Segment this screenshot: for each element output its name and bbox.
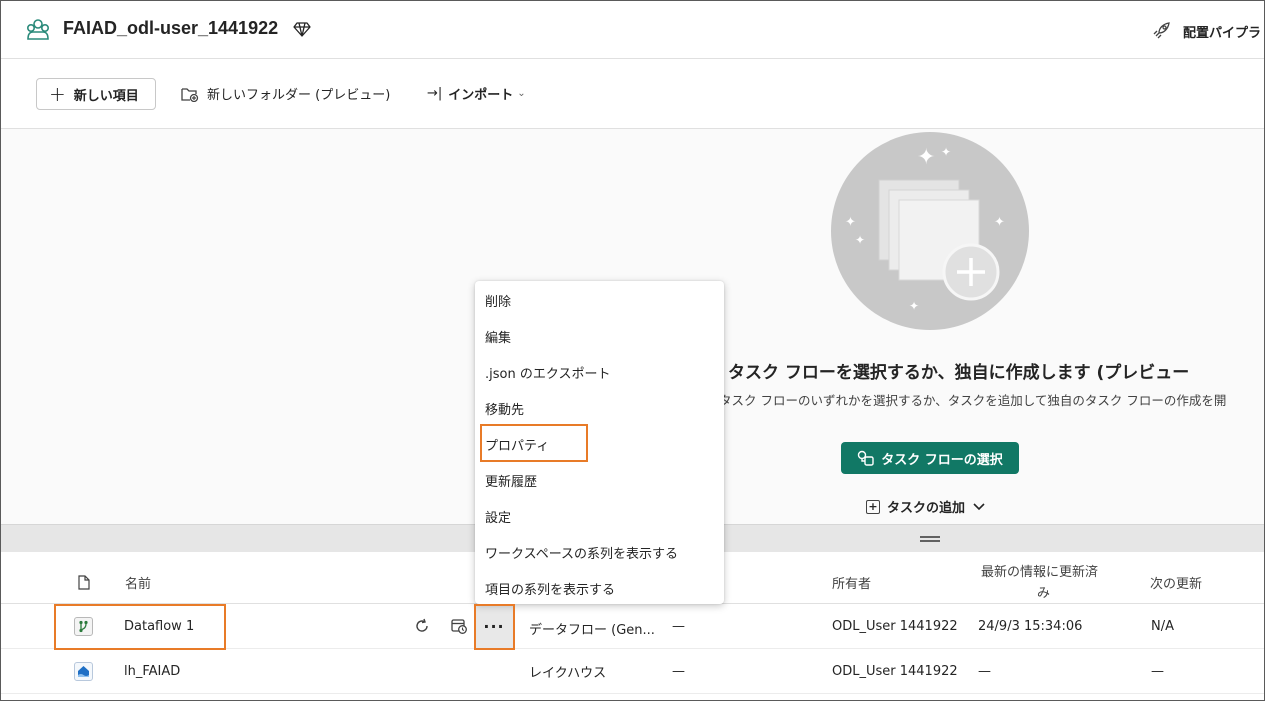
splitter-handle-icon[interactable] — [920, 536, 940, 542]
new-folder-button[interactable]: 新しいフォルダー (プレビュー) — [181, 84, 390, 103]
select-task-flow-button[interactable]: タスク フローの選択 — [841, 442, 1019, 474]
task-flow-description: タスク フローのいずれかを選択するか、タスクを追加して独自のタスク フローの作成… — [719, 393, 1227, 408]
svg-text:✦: ✦ — [994, 215, 1005, 230]
menu-item-refresh-history[interactable]: 更新履歴 — [485, 471, 537, 490]
rocket-icon[interactable] — [1153, 21, 1171, 39]
item-name[interactable]: Dataflow 1 — [124, 619, 194, 634]
item-type: レイクハウス — [529, 666, 607, 681]
svg-text:✦: ✦ — [941, 145, 951, 159]
table-row[interactable]: lh_FAIAD レイクハウス — ODL_User 1441922 — — — [1, 649, 1264, 694]
menu-item-export-json[interactable]: .json のエクスポート — [485, 363, 610, 382]
column-refreshed[interactable]: 最新の情報に更新済 — [981, 561, 1098, 580]
lakehouse-icon — [74, 662, 93, 681]
item-owner: ODL_User 1441922 — [832, 619, 958, 634]
svg-text:✦: ✦ — [845, 215, 856, 230]
item-task: — — [672, 619, 685, 634]
task-flow-title: タスク フローを選択するか、独自に作成します (プレビュー — [728, 363, 1190, 383]
add-task-label: タスクの追加 — [887, 501, 966, 516]
workspace-icon — [26, 19, 49, 40]
premium-diamond-icon — [293, 22, 311, 37]
menu-item-workspace-lineage[interactable]: ワークスペースの系列を表示する — [485, 543, 678, 562]
item-type: データフロー (Gen... — [529, 623, 655, 638]
more-options-button[interactable]: ··· — [474, 604, 514, 649]
plus-icon: + — [49, 82, 66, 106]
svg-text:✦: ✦ — [917, 145, 935, 170]
chevron-down-icon — [973, 502, 985, 510]
select-task-flow-label: タスク フローの選択 — [881, 452, 1003, 468]
schedule-icon[interactable] — [450, 617, 468, 635]
file-type-icon — [78, 575, 90, 590]
workspace-title: FAIAD_odl-user_1441922 — [63, 18, 279, 38]
item-refreshed: — — [978, 664, 991, 679]
import-button[interactable]: →| インポート ⌄ — [427, 84, 526, 103]
task-flow-icon — [858, 450, 874, 466]
item-next-refresh: N/A — [1151, 619, 1174, 634]
column-refreshed-wrap: み — [1037, 586, 1051, 601]
add-task-button[interactable]: + タスクの追加 — [866, 497, 985, 516]
column-owner[interactable]: 所有者 — [832, 573, 871, 592]
item-owner: ODL_User 1441922 — [832, 664, 958, 679]
column-next-refresh[interactable]: 次の更新 — [1150, 573, 1202, 592]
task-flow-illustration-graphic: ✦ ✦ ✦ ✦ ✦ ✦ — [845, 145, 1005, 313]
column-name[interactable]: 名前 — [125, 573, 151, 592]
item-task: — — [672, 664, 685, 679]
item-refreshed: 24/9/3 15:34:06 — [978, 619, 1083, 634]
menu-item-properties[interactable]: プロパティ — [485, 435, 549, 454]
dataflow-icon — [74, 617, 93, 636]
workspace-toolbar: + 新しい項目 新しいフォルダー (プレビュー) →| インポート ⌄ — [1, 59, 1264, 129]
new-item-button[interactable]: + 新しい項目 — [36, 78, 156, 110]
refresh-icon[interactable] — [413, 617, 431, 635]
menu-item-delete[interactable]: 削除 — [485, 291, 511, 310]
item-next-refresh: — — [1151, 664, 1164, 679]
workspace-window: FAIAD_odl-user_1441922 配置パイプラ + 新しい項目 新し… — [0, 0, 1265, 701]
context-menu: 削除 編集 .json のエクスポート 移動先 プロパティ 更新履歴 設定 ワー… — [475, 281, 724, 604]
new-folder-label: 新しいフォルダー (プレビュー) — [207, 88, 391, 103]
import-arrow-icon: →| — [427, 86, 443, 101]
menu-item-move-to[interactable]: 移動先 — [485, 399, 524, 418]
menu-item-edit[interactable]: 編集 — [485, 327, 511, 346]
chevron-down-icon: ⌄ — [517, 88, 526, 99]
import-label: インポート — [448, 88, 514, 103]
menu-item-item-lineage[interactable]: 項目の系列を表示する — [485, 579, 615, 598]
new-item-label: 新しい項目 — [73, 88, 139, 104]
deployment-pipeline-button[interactable]: 配置パイプラ — [1183, 22, 1261, 41]
table-row[interactable]: Dataflow 1 ··· データフロー (Gen... — ODL_User… — [1, 604, 1264, 649]
new-folder-icon — [181, 87, 199, 102]
add-box-icon: + — [866, 499, 880, 514]
workspace-header: FAIAD_odl-user_1441922 配置パイプラ — [1, 1, 1264, 59]
svg-text:✦: ✦ — [855, 233, 865, 247]
item-name[interactable]: lh_FAIAD — [124, 664, 180, 679]
task-flow-illustration: ✦ ✦ ✦ ✦ ✦ ✦ — [831, 132, 1029, 330]
menu-item-settings[interactable]: 設定 — [485, 507, 511, 526]
svg-text:✦: ✦ — [909, 299, 919, 313]
